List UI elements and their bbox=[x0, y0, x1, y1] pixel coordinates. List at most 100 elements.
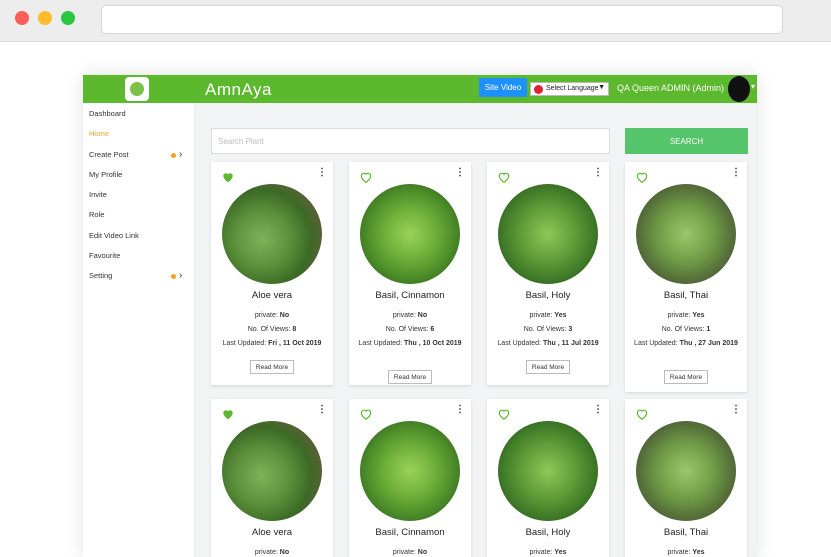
updated-row: Last Updated: Thu , 11 Jul 2019 bbox=[491, 339, 605, 349]
updated-value: Thu , 11 Jul 2019 bbox=[542, 340, 599, 347]
sidebar-item-label: Edit Video Link bbox=[89, 231, 139, 240]
plant-card[interactable]: ⋮ Basil, Thai private: Yes No. Of Views:… bbox=[625, 162, 747, 392]
more-options-icon[interactable]: ⋮ bbox=[731, 167, 741, 178]
sidebar-item-invite[interactable]: Invite bbox=[89, 188, 189, 202]
sidebar-item-label: Dashboard bbox=[89, 109, 126, 118]
notification-dot bbox=[171, 153, 176, 158]
plant-card[interactable]: ⋮ Basil, Cinnamon private: No No. Of Vie… bbox=[349, 162, 471, 385]
private-row: private: Yes bbox=[629, 311, 743, 321]
plant-card[interactable]: ⋮ Basil, Holy private: Yes bbox=[487, 399, 609, 557]
updated-label: Last Updated: bbox=[358, 340, 403, 347]
more-options-icon[interactable]: ⋮ bbox=[731, 404, 741, 415]
plant-card[interactable]: ⋮ Basil, Thai private: Yes bbox=[625, 399, 747, 557]
read-more-button[interactable]: Read More bbox=[388, 370, 432, 384]
read-more-button[interactable]: Read More bbox=[664, 370, 708, 384]
private-label: private: bbox=[667, 312, 691, 319]
private-row: private: No bbox=[353, 548, 467, 557]
plant-name: Basil, Holy bbox=[525, 527, 571, 538]
sidebar-item-create-post[interactable]: Create Post › bbox=[89, 148, 189, 162]
sidebar-item-my-profile[interactable]: My Profile bbox=[89, 168, 189, 182]
plant-name: Aloe vera bbox=[251, 527, 293, 538]
plant-image bbox=[636, 184, 736, 284]
sidebar-item-label: Role bbox=[89, 210, 105, 219]
heart-filled-icon[interactable] bbox=[221, 170, 235, 184]
browser-chrome bbox=[0, 0, 831, 42]
brand-title: AmnAya bbox=[205, 80, 272, 99]
private-row: private: Yes bbox=[629, 548, 743, 557]
plant-name: Basil, Thai bbox=[663, 527, 709, 538]
sidebar-item-label: Setting bbox=[89, 271, 113, 280]
private-value: No bbox=[417, 549, 428, 556]
plant-card[interactable]: ⋮ Basil, Cinnamon private: No bbox=[349, 399, 471, 557]
chevron-down-icon[interactable]: ▾ bbox=[751, 82, 755, 91]
updated-label: Last Updated: bbox=[222, 340, 267, 347]
close-window-button[interactable] bbox=[15, 11, 29, 25]
plant-image bbox=[222, 421, 322, 521]
more-options-icon[interactable]: ⋮ bbox=[317, 167, 327, 178]
notification-dot bbox=[171, 274, 176, 279]
plant-image bbox=[360, 421, 460, 521]
read-more-button[interactable]: Read More bbox=[250, 360, 294, 374]
search-input[interactable] bbox=[211, 128, 610, 154]
plant-card[interactable]: ⋮ Aloe vera private: No bbox=[211, 399, 333, 557]
updated-row: Last Updated: Thu , 27 Jun 2019 bbox=[629, 339, 743, 349]
heart-outline-icon[interactable] bbox=[359, 170, 373, 184]
address-bar[interactable] bbox=[101, 5, 783, 34]
avatar[interactable] bbox=[728, 76, 750, 102]
views-value: 8 bbox=[292, 326, 297, 333]
private-row: private: No bbox=[353, 311, 467, 321]
chevron-down-icon: ▼ bbox=[598, 84, 605, 91]
plant-image bbox=[498, 421, 598, 521]
app-logo[interactable] bbox=[125, 77, 149, 101]
heart-outline-icon[interactable] bbox=[497, 170, 511, 184]
views-label: No. Of Views: bbox=[661, 326, 705, 333]
language-select[interactable]: Select Language ▼ bbox=[530, 82, 609, 96]
maximize-window-button[interactable] bbox=[61, 11, 75, 25]
sidebar-item-label: My Profile bbox=[89, 170, 123, 179]
more-options-icon[interactable]: ⋮ bbox=[593, 167, 603, 178]
plant-name: Basil, Holy bbox=[525, 290, 571, 301]
sidebar-item-edit-video-link[interactable]: Edit Video Link bbox=[89, 229, 189, 243]
heart-outline-icon[interactable] bbox=[635, 170, 649, 184]
sidebar-item-setting[interactable]: Setting › bbox=[89, 269, 189, 283]
private-row: private: No bbox=[215, 548, 329, 557]
heart-outline-icon[interactable] bbox=[359, 407, 373, 421]
sidebar-item-dashboard[interactable]: Dashboard bbox=[89, 107, 189, 121]
plant-image bbox=[222, 184, 322, 284]
private-label: private: bbox=[254, 549, 278, 556]
sidebar-item-favourite[interactable]: Favourite bbox=[89, 249, 189, 263]
private-value: Yes bbox=[554, 549, 567, 556]
search-button[interactable]: SEARCH bbox=[625, 128, 748, 154]
sidebar-item-label: Home bbox=[89, 129, 110, 138]
app-window: AmnAya Site Video Select Language ▼ QA Q… bbox=[83, 75, 757, 557]
plant-card[interactable]: ⋮ Basil, Holy private: Yes No. Of Views:… bbox=[487, 162, 609, 385]
chevron-right-icon: › bbox=[179, 270, 183, 281]
private-row: private: Yes bbox=[491, 548, 605, 557]
sidebar-item-home[interactable]: Home bbox=[89, 127, 189, 141]
heart-outline-icon[interactable] bbox=[635, 407, 649, 421]
more-options-icon[interactable]: ⋮ bbox=[455, 404, 465, 415]
views-value: 3 bbox=[568, 326, 573, 333]
heart-filled-icon[interactable] bbox=[221, 407, 235, 421]
views-value: 6 bbox=[430, 326, 435, 333]
read-more-button[interactable]: Read More bbox=[526, 360, 570, 374]
views-value: 1 bbox=[706, 326, 711, 333]
site-video-button[interactable]: Site Video bbox=[479, 78, 527, 97]
plant-card[interactable]: ⋮ Aloe vera private: No No. Of Views: 8 … bbox=[211, 162, 333, 385]
plant-image bbox=[636, 421, 736, 521]
plant-name: Basil, Cinnamon bbox=[375, 527, 445, 538]
updated-value: Fri , 11 Oct 2019 bbox=[268, 340, 322, 347]
minimize-window-button[interactable] bbox=[38, 11, 52, 25]
views-label: No. Of Views: bbox=[385, 326, 429, 333]
views-row: No. Of Views: 6 bbox=[353, 325, 467, 335]
user-name[interactable]: QA Queen ADMIN (Admin) bbox=[617, 83, 724, 93]
private-value: No bbox=[279, 549, 290, 556]
sidebar-item-role[interactable]: Role bbox=[89, 208, 189, 222]
more-options-icon[interactable]: ⋮ bbox=[593, 404, 603, 415]
more-options-icon[interactable]: ⋮ bbox=[455, 167, 465, 178]
heart-outline-icon[interactable] bbox=[497, 407, 511, 421]
private-value: No bbox=[417, 312, 428, 319]
private-label: private: bbox=[392, 549, 416, 556]
private-value: No bbox=[279, 312, 290, 319]
more-options-icon[interactable]: ⋮ bbox=[317, 404, 327, 415]
